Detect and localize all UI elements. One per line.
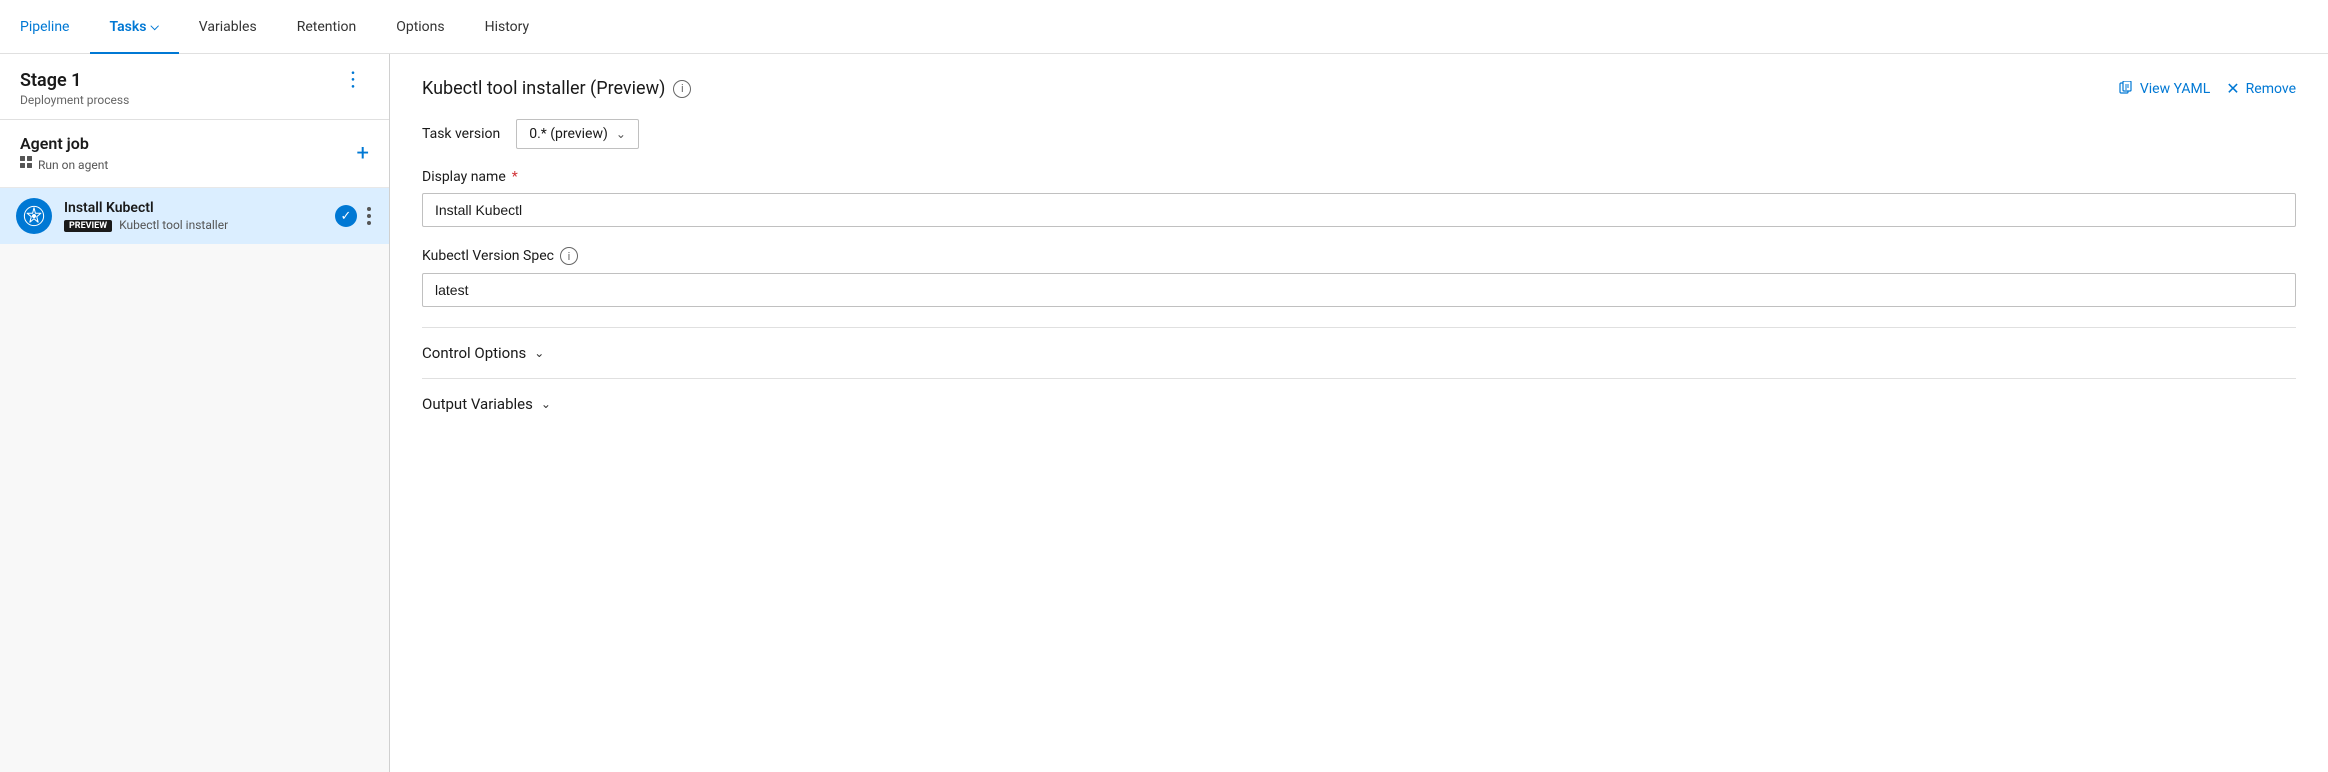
task-info-icon[interactable]: i xyxy=(673,80,691,98)
nav-history-label: History xyxy=(485,19,530,35)
task-version-value: 0.* (preview) xyxy=(529,126,608,142)
yaml-icon xyxy=(2118,81,2134,97)
nav-retention-label: Retention xyxy=(297,19,357,35)
output-variables-label: Output Variables xyxy=(422,395,533,413)
nav-retention[interactable]: Retention xyxy=(277,0,377,54)
required-indicator: * xyxy=(512,169,518,185)
task-info: Install Kubectl PREVIEW Kubectl tool ins… xyxy=(64,200,323,232)
agent-job-row: Agent job Run on agent + xyxy=(0,120,389,188)
nav-variables[interactable]: Variables xyxy=(179,0,277,54)
control-options-section[interactable]: Control Options ⌄ xyxy=(422,327,2296,378)
display-name-section: Display name * xyxy=(422,169,2296,227)
nav-options-label: Options xyxy=(396,19,444,35)
kubectl-version-info-icon[interactable]: i xyxy=(560,247,578,265)
task-version-select[interactable]: 0.* (preview) ⌄ xyxy=(516,119,639,149)
task-header-actions: View YAML ✕ Remove xyxy=(2118,79,2296,98)
nav-options[interactable]: Options xyxy=(376,0,464,54)
output-variables-section[interactable]: Output Variables ⌄ xyxy=(422,378,2296,429)
nav-variables-label: Variables xyxy=(199,19,257,35)
main-layout: Stage 1 Deployment process ︙ Agent job xyxy=(0,54,2328,772)
agent-job-info: Agent job Run on agent xyxy=(20,134,108,173)
kubectl-version-input[interactable] xyxy=(422,273,2296,307)
task-item-kubectl[interactable]: Install Kubectl PREVIEW Kubectl tool ins… xyxy=(0,188,389,244)
stage-more-button[interactable]: ︙ xyxy=(339,70,369,90)
grid-icon xyxy=(20,156,34,173)
task-version-label: Task version xyxy=(422,126,500,142)
remove-task-button[interactable]: ✕ Remove xyxy=(2226,79,2296,98)
nav-pipeline[interactable]: Pipeline xyxy=(0,0,90,54)
task-detail-title: Kubectl tool installer (Preview) xyxy=(422,78,665,99)
nav-history[interactable]: History xyxy=(465,0,550,54)
display-name-input[interactable] xyxy=(422,193,2296,227)
version-chevron-icon: ⌄ xyxy=(616,127,626,141)
view-yaml-button[interactable]: View YAML xyxy=(2118,81,2210,97)
right-panel: Kubectl tool installer (Preview) i View … xyxy=(390,54,2328,772)
nav-tasks-label: Tasks xyxy=(110,19,147,35)
nav-pipeline-label: Pipeline xyxy=(20,19,70,35)
remove-label: Remove xyxy=(2246,81,2296,97)
nav-tasks[interactable]: Tasks ⌵ xyxy=(90,0,179,54)
chevron-down-icon: ⌵ xyxy=(150,20,158,34)
kubectl-version-section: Kubectl Version Spec i xyxy=(422,247,2296,307)
task-detail-header: Kubectl tool installer (Preview) i View … xyxy=(422,78,2296,99)
control-options-label: Control Options xyxy=(422,344,526,362)
preview-badge: PREVIEW xyxy=(64,220,112,232)
task-description: PREVIEW Kubectl tool installer xyxy=(64,218,323,232)
stage-info: Stage 1 Deployment process xyxy=(20,70,129,107)
task-actions: ✓ xyxy=(335,203,373,229)
agent-job-subtitle: Run on agent xyxy=(20,156,108,173)
task-version-row: Task version 0.* (preview) ⌄ xyxy=(422,119,2296,149)
stage-header: Stage 1 Deployment process ︙ xyxy=(0,54,389,120)
task-enabled-indicator: ✓ xyxy=(335,205,357,227)
control-options-chevron-icon: ⌄ xyxy=(534,346,544,360)
view-yaml-label: View YAML xyxy=(2140,81,2210,97)
top-navigation: Pipeline Tasks ⌵ Variables Retention Opt… xyxy=(0,0,2328,54)
task-header-left: Kubectl tool installer (Preview) i xyxy=(422,78,691,99)
display-name-label: Display name * xyxy=(422,169,2296,185)
add-task-button[interactable]: + xyxy=(357,143,369,165)
kubectl-task-icon xyxy=(16,198,52,234)
left-panel: Stage 1 Deployment process ︙ Agent job xyxy=(0,54,390,772)
close-icon: ✕ xyxy=(2226,79,2239,98)
stage-title: Stage 1 xyxy=(20,70,129,91)
agent-job-title: Agent job xyxy=(20,134,108,153)
kubectl-version-label: Kubectl Version Spec i xyxy=(422,247,2296,265)
task-name: Install Kubectl xyxy=(64,200,323,216)
output-variables-chevron-icon: ⌄ xyxy=(541,397,551,411)
task-context-menu-button[interactable] xyxy=(365,203,373,229)
stage-subtitle: Deployment process xyxy=(20,93,129,107)
